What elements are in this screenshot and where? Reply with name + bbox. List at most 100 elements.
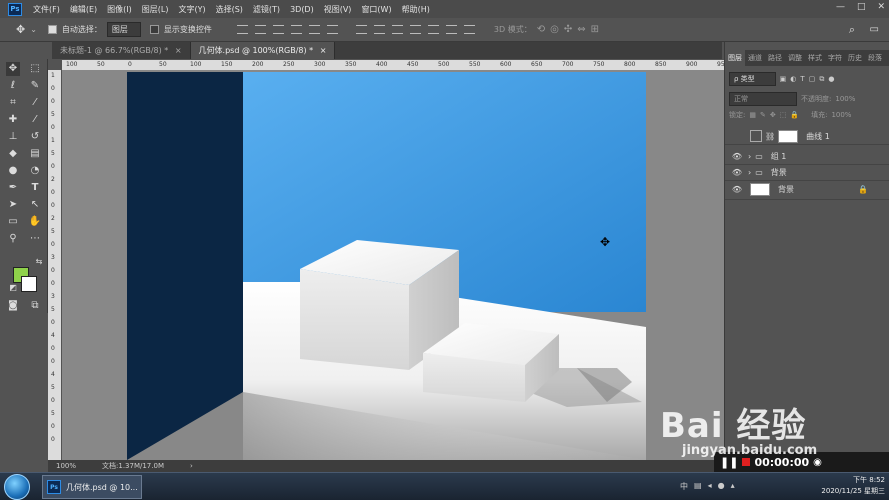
fill-value[interactable]: 100% (831, 111, 851, 119)
workspace-icon[interactable]: ▭ (870, 24, 879, 35)
quick-mask-icon[interactable]: ◙ (6, 299, 20, 313)
show-hidden-icons-icon[interactable]: ▴ (731, 481, 735, 492)
record-stop-icon[interactable] (742, 458, 751, 466)
lock-image-icon[interactable]: ✎ (760, 111, 766, 119)
3d-rotate-icon[interactable]: ⟲ (537, 24, 545, 35)
filter-toggle-icon[interactable]: ● (828, 75, 834, 83)
filter-type-icon[interactable]: T (800, 75, 804, 83)
menu-window[interactable]: 窗口(W) (356, 4, 396, 15)
layer-mask-thumbnail[interactable] (778, 129, 799, 143)
expand-chevron-icon[interactable]: › (748, 152, 751, 161)
screen-mode-icon[interactable]: ⧉ (28, 299, 42, 313)
rectangle-tool-icon[interactable]: ▭ (6, 215, 20, 229)
menu-filter[interactable]: 滤镜(T) (248, 4, 285, 15)
blur-tool-icon[interactable]: ● (6, 164, 20, 178)
align-vcenter-icon[interactable] (254, 25, 266, 34)
layer-name[interactable]: 曲线 1 (806, 131, 830, 142)
zoom-level[interactable]: 100% (56, 462, 76, 470)
menu-view[interactable]: 视图(V) (319, 4, 357, 15)
menu-edit[interactable]: 编辑(E) (65, 4, 102, 15)
clone-stamp-tool-icon[interactable]: ⊥ (6, 130, 20, 144)
tab-close-icon[interactable]: × (320, 46, 327, 55)
eyedropper-tool-icon[interactable]: ⁄ (28, 96, 42, 110)
distribute-left-icon[interactable] (409, 25, 421, 34)
tab-character[interactable]: 字符 (825, 50, 845, 66)
security-icon[interactable]: ● (718, 481, 725, 492)
network-icon[interactable]: ▤ (694, 481, 702, 492)
layer-row-background[interactable]: 👁 背景 🔒 (725, 180, 889, 200)
swap-colors-icon[interactable]: ⇆ (32, 255, 46, 269)
layer-filter-select[interactable]: ρ 类型 (729, 72, 776, 86)
path-direct-select-tool-icon[interactable]: ↖ (28, 198, 42, 212)
layer-row-group-1[interactable]: 👁 › ▭ 组 1 (725, 148, 889, 165)
menu-help[interactable]: 帮助(H) (397, 4, 435, 15)
layer-name[interactable]: 组 1 (771, 151, 787, 162)
move-tool-icon[interactable]: ✥ (16, 23, 25, 36)
taskbar-photoshop-button[interactable]: Ps 几何体.psd @ 10... (42, 475, 142, 499)
eye-icon[interactable]: 👁 (730, 168, 744, 177)
tab-channels[interactable]: 通道 (745, 50, 765, 66)
lock-position-icon[interactable]: ✥ (770, 111, 776, 119)
blend-mode-select[interactable]: 正常 (729, 92, 797, 106)
eye-icon[interactable]: 👁 (730, 152, 744, 161)
3d-slide-icon[interactable]: ⇔ (577, 24, 585, 35)
default-colors-icon[interactable]: ◩ (6, 281, 20, 295)
minimize-button[interactable]: — (836, 2, 845, 12)
menu-file[interactable]: 文件(F) (28, 4, 65, 15)
tab-layers[interactable]: 图层 (725, 50, 745, 66)
start-button-icon[interactable] (4, 474, 30, 500)
gradient-tool-icon[interactable]: ▤ (28, 147, 42, 161)
expand-chevron-icon[interactable]: › (748, 168, 751, 177)
document-canvas[interactable] (127, 72, 646, 460)
system-clock[interactable]: 下午 8:52 2020/11/25 星期三 (821, 475, 885, 497)
menu-type[interactable]: 文字(Y) (173, 4, 210, 15)
distribute-top-icon[interactable] (355, 25, 367, 34)
tab-history[interactable]: 历史 (845, 50, 865, 66)
path-select-tool-icon[interactable]: ➤ (6, 198, 20, 212)
auto-align-icon[interactable] (463, 25, 475, 34)
layer-row-group-background[interactable]: 👁 › ▭ 背景 (725, 164, 889, 181)
tab-geometry-psd[interactable]: 几何体.psd @ 100%(RGB/8) * × (190, 42, 336, 59)
menu-image[interactable]: 图像(I) (102, 4, 137, 15)
align-bottom-icon[interactable] (272, 25, 284, 34)
more-tools-icon[interactable]: ⋯ (28, 232, 42, 246)
search-icon[interactable]: ⌕ (849, 23, 855, 37)
filter-adjustment-icon[interactable]: ◐ (790, 75, 796, 83)
auto-select-checkbox[interactable] (47, 25, 57, 34)
eraser-tool-icon[interactable]: ◆ (6, 147, 20, 161)
lasso-tool-icon[interactable]: ℓ (6, 79, 20, 93)
filter-shape-icon[interactable]: ▢ (809, 75, 816, 83)
move-tool-icon[interactable]: ✥ (6, 62, 20, 76)
status-menu-arrow-icon[interactable]: › (190, 462, 193, 470)
healing-brush-tool-icon[interactable]: ✚ (6, 113, 20, 127)
menu-3d[interactable]: 3D(D) (285, 5, 319, 14)
zoom-tool-icon[interactable]: ⚲ (6, 232, 20, 246)
tab-untitled-1[interactable]: 未标题-1 @ 66.7%(RGB/8) * × (52, 42, 191, 59)
type-tool-icon[interactable]: T (28, 181, 42, 195)
3d-roll-icon[interactable]: ◎ (550, 24, 559, 35)
history-brush-tool-icon[interactable]: ↺ (28, 130, 42, 144)
3d-scale-icon[interactable]: ⊞ (591, 24, 599, 35)
tab-paths[interactable]: 路径 (765, 50, 785, 66)
layer-row-curves[interactable]: ⛓ 曲线 1 (725, 128, 889, 145)
dodge-tool-icon[interactable]: ◔ (28, 164, 42, 178)
maximize-button[interactable]: □ (857, 2, 866, 12)
volume-icon[interactable]: ◂ (708, 481, 712, 492)
marquee-tool-icon[interactable]: ⬚ (28, 62, 42, 76)
hand-tool-icon[interactable]: ✋ (28, 215, 42, 229)
align-hcenter-icon[interactable] (308, 25, 320, 34)
filter-smart-object-icon[interactable]: ⧉ (819, 75, 824, 84)
auto-select-target-select[interactable]: 图层 (106, 22, 141, 37)
show-transform-checkbox[interactable] (149, 25, 159, 34)
lock-artboard-icon[interactable]: ⬚ (780, 111, 787, 119)
quick-select-tool-icon[interactable]: ✎ (28, 79, 42, 93)
align-right-icon[interactable] (326, 25, 338, 34)
distribute-right-icon[interactable] (445, 25, 457, 34)
ime-icon[interactable]: 中 (680, 481, 688, 492)
layer-name[interactable]: 背景 (778, 184, 794, 195)
align-top-icon[interactable] (236, 25, 248, 34)
camera-icon[interactable]: ◉ (813, 457, 822, 468)
tab-adjustments[interactable]: 调整 (785, 50, 805, 66)
distribute-bottom-icon[interactable] (391, 25, 403, 34)
canvas-area[interactable] (62, 70, 724, 460)
